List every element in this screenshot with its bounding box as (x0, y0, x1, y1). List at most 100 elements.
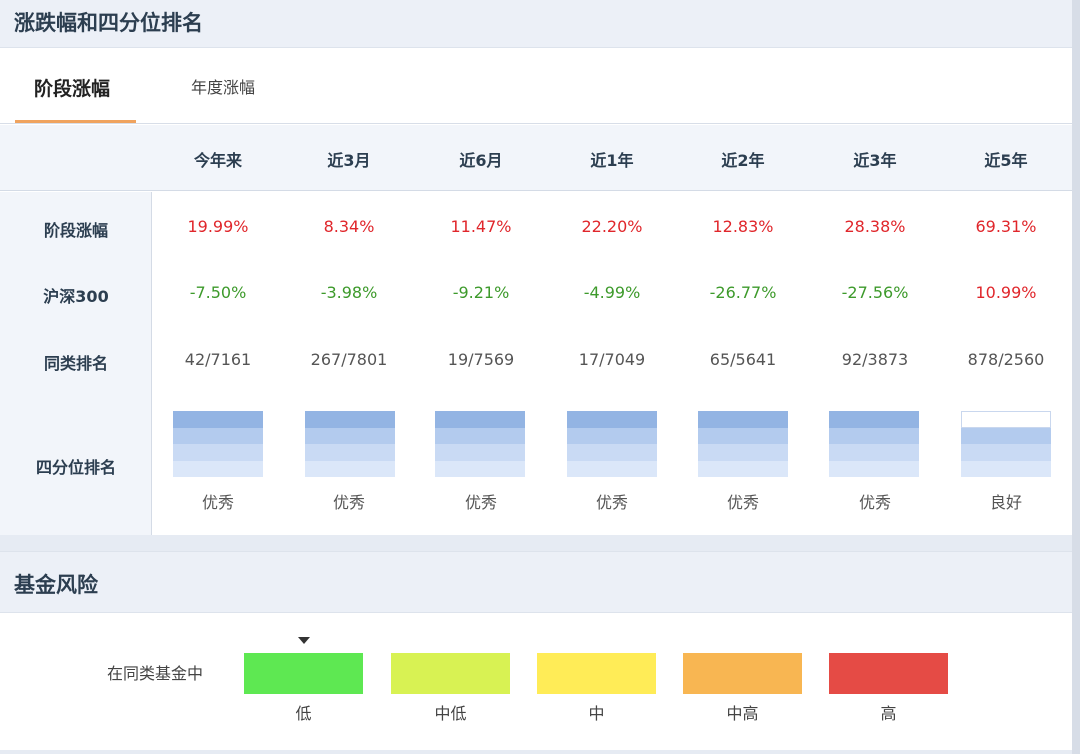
table-cell: 92/3873 (841, 350, 909, 369)
quartile-segment (829, 444, 919, 461)
table-cell: 42/7161 (184, 350, 252, 369)
risk-level-label: 中高 (726, 704, 759, 723)
quartile-bar (829, 411, 919, 477)
quartile-segment (305, 427, 395, 444)
returns-section-title: 涨跌幅和四分位排名 (14, 11, 203, 35)
row-label-quartile: 四分位排名 (35, 458, 116, 477)
col-header: 近1年 (590, 151, 634, 170)
risk-panel: 在同类基金中 低 中低 中 中高 高 (0, 613, 1072, 750)
table-cell: -9.21% (452, 283, 510, 302)
quartile-segment (173, 460, 263, 477)
table-cell: -3.98% (320, 283, 378, 302)
quartile-rating: 优秀 (464, 493, 497, 512)
col-header: 近3月 (327, 151, 371, 170)
risk-peer-label: 在同类基金中 (107, 664, 204, 683)
tab-annual-return[interactable]: 年度涨幅 (191, 74, 255, 98)
risk-level-low (244, 653, 363, 694)
table-cell: 19.99% (187, 217, 249, 236)
quartile-rating: 优秀 (332, 493, 365, 512)
table-cell: -7.50% (189, 283, 247, 302)
scrollbar-track[interactable] (1072, 0, 1080, 754)
table-cell: -26.77% (709, 283, 777, 302)
col-header: 近6月 (459, 151, 503, 170)
col-header: 近3年 (853, 151, 897, 170)
risk-level-medium-low (391, 653, 510, 694)
quartile-segment (829, 411, 919, 428)
quartile-segment (567, 460, 657, 477)
quartile-segment (829, 427, 919, 444)
quartile-segment (698, 460, 788, 477)
quartile-segment (435, 411, 525, 428)
risk-level-label: 中低 (434, 704, 467, 723)
risk-level-label: 高 (880, 704, 897, 723)
table-cell: 10.99% (975, 283, 1037, 302)
quartile-segment (567, 411, 657, 428)
quartile-bar (961, 411, 1051, 477)
active-tab-indicator (15, 120, 136, 123)
quartile-segment (567, 427, 657, 444)
risk-level-high (829, 653, 948, 694)
row-label-peer-rank: 同类排名 (43, 354, 108, 373)
quartile-rating: 良好 (989, 493, 1022, 512)
table-cell: 65/5641 (709, 350, 777, 369)
quartile-segment (961, 427, 1051, 444)
quartile-bar (698, 411, 788, 477)
col-header: 今年来 (193, 151, 242, 170)
current-risk-marker-icon (298, 637, 310, 644)
row-label-stage-return: 阶段涨幅 (43, 221, 108, 240)
table-cell: 8.34% (323, 217, 375, 236)
table-cell: 878/2560 (967, 350, 1045, 369)
table-cell: 19/7569 (447, 350, 515, 369)
quartile-segment (435, 460, 525, 477)
quartile-segment (305, 460, 395, 477)
quartile-segment (435, 444, 525, 461)
quartile-rating: 优秀 (201, 493, 234, 512)
quartile-segment (961, 444, 1051, 461)
risk-level-label: 低 (295, 704, 312, 723)
table-cell: 12.83% (712, 217, 774, 236)
quartile-bar (435, 411, 525, 477)
quartile-segment (961, 460, 1051, 477)
quartile-segment (961, 411, 1051, 428)
divider (0, 750, 1072, 754)
quartile-segment (698, 427, 788, 444)
table-cell: 17/7049 (578, 350, 646, 369)
quartile-segment (829, 460, 919, 477)
row-label-csi300: 沪深300 (43, 287, 109, 306)
quartile-segment (698, 411, 788, 428)
quartile-segment (173, 427, 263, 444)
quartile-segment (305, 411, 395, 428)
tab-stage-return[interactable]: 阶段涨幅 (34, 74, 110, 101)
quartile-segment (173, 444, 263, 461)
col-header: 近5年 (984, 151, 1028, 170)
col-header: 近2年 (721, 151, 765, 170)
returns-panel: 阶段涨幅 年度涨幅 今年来 近3月 近6月 近1年 近2年 近3年 近5年 阶段… (0, 48, 1072, 535)
table-header-row: 今年来 近3月 近6月 近1年 近2年 近3年 近5年 (0, 125, 1072, 191)
risk-level-medium (537, 653, 656, 694)
quartile-bar (173, 411, 263, 477)
table-cell: -4.99% (583, 283, 641, 302)
quartile-segment (305, 444, 395, 461)
risk-level-medium-high (683, 653, 802, 694)
risk-section-header: 基金风险 (0, 551, 1072, 613)
table-cell: -27.56% (841, 283, 909, 302)
quartile-bar (567, 411, 657, 477)
risk-level-label: 中 (588, 704, 605, 723)
risk-section-title: 基金风险 (14, 573, 98, 597)
quartile-rating: 优秀 (726, 493, 759, 512)
quartile-segment (698, 444, 788, 461)
quartile-rating: 优秀 (595, 493, 628, 512)
quartile-segment (567, 444, 657, 461)
table-cell: 22.20% (581, 217, 643, 236)
row-label-column: 阶段涨幅 沪深300 同类排名 四分位排名 (0, 192, 152, 535)
table-cell: 11.47% (450, 217, 512, 236)
quartile-segment (173, 411, 263, 428)
table-cell: 69.31% (975, 217, 1037, 236)
quartile-rating: 优秀 (858, 493, 891, 512)
returns-section-header: 涨跌幅和四分位排名 (0, 0, 1072, 48)
quartile-bar (305, 411, 395, 477)
period-tabs: 阶段涨幅 年度涨幅 (0, 48, 1072, 124)
table-cell: 267/7801 (310, 350, 388, 369)
quartile-segment (435, 427, 525, 444)
table-cell: 28.38% (844, 217, 906, 236)
